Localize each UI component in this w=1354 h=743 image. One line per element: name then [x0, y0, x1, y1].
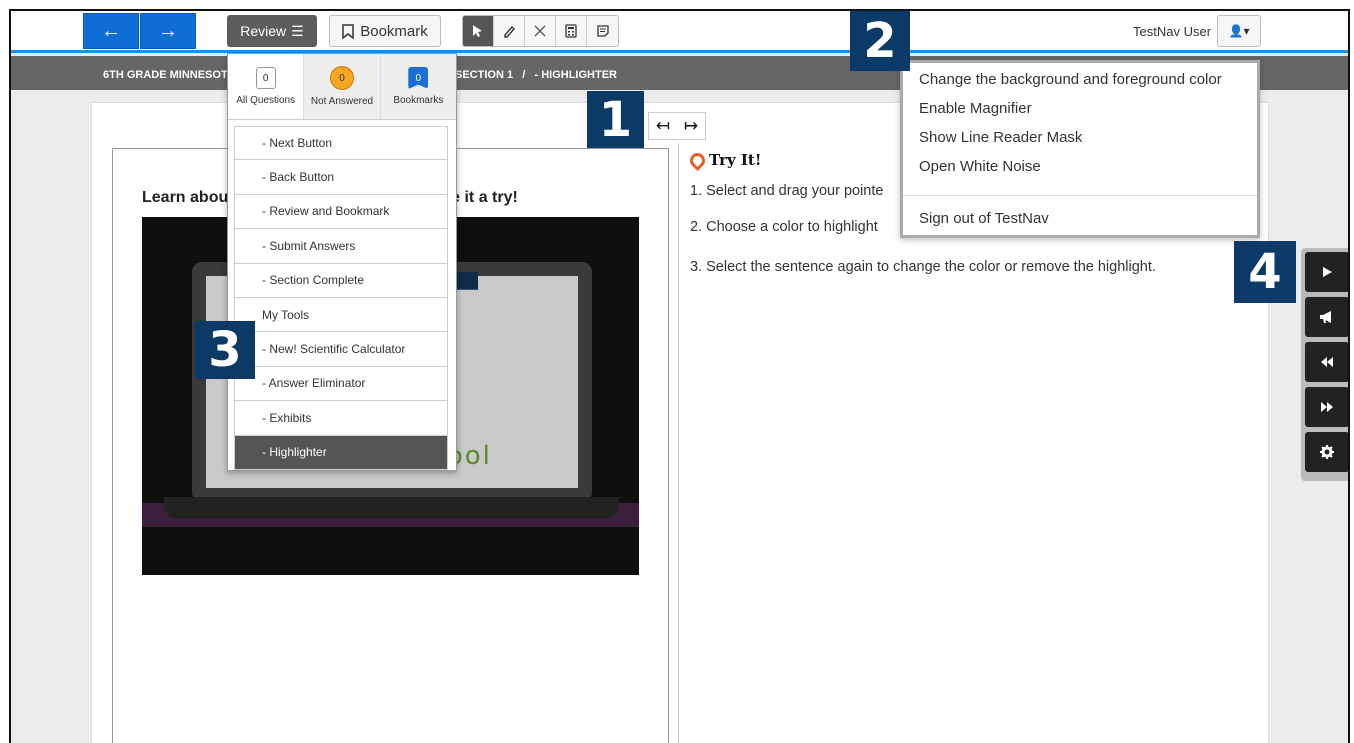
forward-button[interactable]: → [140, 13, 196, 49]
highlighter-tool-button[interactable] [494, 16, 525, 46]
menu-item-white-noise[interactable]: Open White Noise [919, 158, 1041, 175]
review-filters: 0 All Questions 0 Not Answered 0 Bookmar… [228, 54, 456, 120]
fast-forward-button[interactable] [1305, 387, 1348, 427]
list-section-heading: My Tools [234, 297, 448, 333]
tts-settings-button[interactable] [1305, 432, 1348, 472]
all-questions-count: 0 [255, 67, 276, 89]
filter-all-questions[interactable]: 0 All Questions [228, 54, 305, 119]
list-item[interactable]: - Answer Eliminator [234, 366, 448, 402]
testnav-window: ← → Review ☰ Bookmark TestNav User 👤▾ 6T… [9, 9, 1350, 743]
fast-forward-icon [1321, 402, 1333, 412]
calculator-icon [565, 24, 577, 38]
list-item[interactable]: - Submit Answers [234, 229, 448, 264]
breadcrumb-test-name: 6TH GRADE MINNESOTA [103, 69, 235, 81]
bookmark-icon [342, 23, 354, 39]
menu-item-sign-out[interactable]: Sign out of TestNav [919, 210, 1049, 227]
not-answered-count: 0 [329, 66, 354, 90]
menu-item-magnifier[interactable]: Enable Magnifier [919, 100, 1032, 117]
bookmark-button[interactable]: Bookmark [329, 15, 441, 47]
filter-not-answered[interactable]: 0 Not Answered [304, 54, 381, 119]
laptop-base [164, 497, 619, 519]
callout-badge-4: 4 [1234, 241, 1296, 303]
menu-item-line-reader[interactable]: Show Line Reader Mask [919, 129, 1082, 146]
rewind-button[interactable] [1305, 342, 1348, 382]
list-item[interactable]: - Back Button [234, 160, 448, 195]
forward-arrow-icon: → [158, 19, 178, 42]
map-pin-icon [686, 149, 709, 171]
panel-resize-controls: ↤ ↦ [648, 112, 706, 140]
play-button[interactable] [1305, 252, 1348, 292]
top-toolbar: ← → Review ☰ Bookmark TestNav User 👤▾ [11, 11, 1348, 53]
callout-badge-3: 3 [195, 321, 255, 379]
back-arrow-icon: ← [101, 19, 121, 42]
review-button[interactable]: Review ☰ [227, 15, 317, 47]
megaphone-icon [1320, 311, 1331, 323]
column-divider[interactable] [678, 143, 679, 743]
menu-divider [903, 195, 1257, 196]
list-item[interactable]: - Review and Bookmark [234, 194, 448, 230]
settings-icon [1320, 445, 1334, 459]
answer-eliminator-button[interactable] [525, 16, 556, 46]
list-item[interactable]: - New! Scientific Calculator [234, 332, 448, 367]
list-item-current[interactable]: - Highlighter [234, 435, 448, 470]
review-question-list: - Next Button - Back Button - Review and… [234, 126, 448, 470]
user-name: TestNav User [1133, 24, 1212, 39]
pointer-tool-button[interactable] [463, 16, 494, 46]
tool-group [462, 15, 619, 47]
notes-icon [596, 25, 609, 37]
menu-item-colors[interactable]: Change the background and foreground col… [919, 71, 1222, 88]
callout-badge-1: 1 [587, 91, 644, 148]
collapse-left-icon[interactable]: ↤ [649, 113, 677, 139]
list-item[interactable]: - Section Complete [234, 263, 448, 298]
user-dropdown-icon: 👤▾ [1228, 24, 1250, 38]
highlighter-pen-icon [504, 25, 515, 38]
bookmarks-count: 0 [408, 67, 429, 89]
rewind-icon [1321, 357, 1333, 367]
callout-badge-2: 2 [850, 11, 910, 71]
user-menu-dropdown: Change the background and foreground col… [900, 60, 1260, 238]
user-menu-button[interactable]: 👤▾ [1217, 15, 1261, 47]
bookmark-label: Bookmark [360, 22, 428, 40]
list-item[interactable]: - Exhibits [234, 401, 448, 436]
text-to-speech-toolbar [1301, 248, 1348, 481]
pointer-icon [473, 25, 482, 37]
back-button[interactable]: ← [83, 13, 139, 49]
expand-right-icon[interactable]: ↦ [677, 113, 705, 139]
review-dropdown: 0 All Questions 0 Not Answered 0 Bookmar… [227, 53, 457, 471]
instruction-step: 3. Select the sentence again to change t… [690, 259, 1156, 275]
answer-eliminator-icon [534, 25, 546, 37]
play-icon [1323, 267, 1332, 277]
list-item[interactable]: - Next Button [234, 126, 448, 161]
filter-bookmarks[interactable]: 0 Bookmarks [380, 54, 456, 119]
list-icon: ☰ [291, 22, 304, 39]
notes-button[interactable] [587, 16, 618, 46]
calculator-button[interactable] [556, 16, 587, 46]
announce-button[interactable] [1305, 297, 1348, 337]
review-label: Review [240, 23, 287, 39]
breadcrumb-section: SECTION 1 / - HIGHLIGHTER [455, 69, 617, 81]
